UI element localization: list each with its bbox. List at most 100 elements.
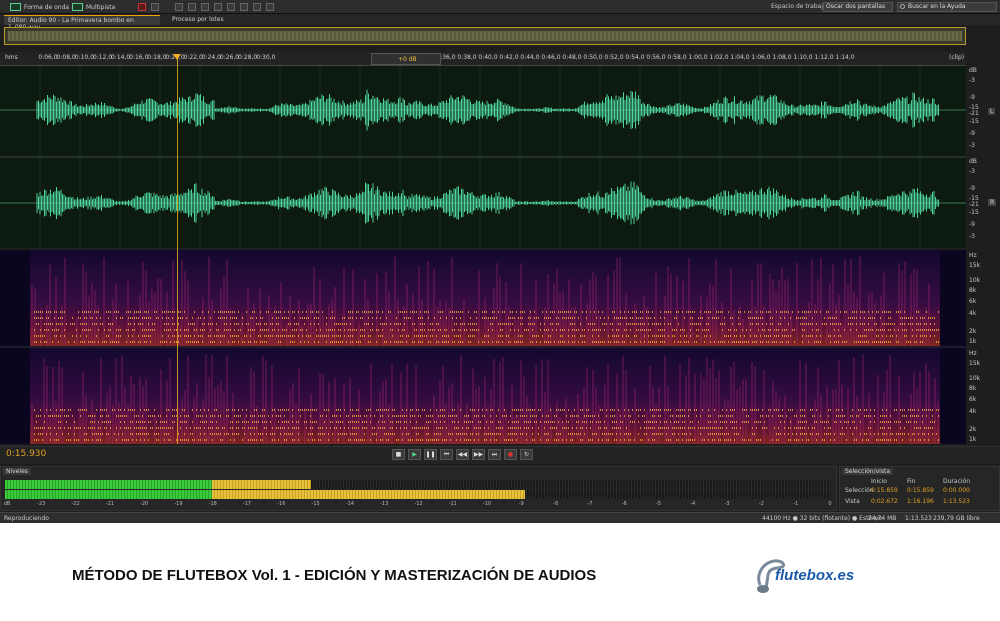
heads-up-display[interactable]: +0 dB bbox=[371, 53, 441, 65]
level-tick: dB bbox=[3, 501, 11, 507]
hz-label: 15k bbox=[969, 262, 981, 269]
spectral-pitch-icon[interactable] bbox=[151, 3, 159, 11]
hz-label: 2k bbox=[969, 328, 977, 335]
help-search-input[interactable]: Buscar en la Ayuda bbox=[897, 2, 997, 12]
stop-button[interactable]: ■ bbox=[392, 449, 405, 460]
spectral-frequency-icon[interactable] bbox=[138, 3, 146, 11]
ruler-tick: 1:12,0 bbox=[814, 54, 834, 61]
db-label: -21 bbox=[969, 110, 979, 117]
slip-tool-icon[interactable] bbox=[201, 3, 209, 11]
selection-end-field[interactable]: 0:15.859 bbox=[907, 487, 934, 494]
ruler-tick: 1:08,0 bbox=[772, 54, 792, 61]
multitrack-view-button[interactable]: Multipista bbox=[72, 2, 115, 12]
play-button[interactable]: ▶ bbox=[408, 449, 421, 460]
ruler-tick: 0:06,0 bbox=[38, 54, 58, 61]
time-ruler[interactable]: hms 0:06,0 0:08,0 0:10,0 0:12,0 0:14,0 0:16,0… bbox=[0, 52, 966, 66]
move-tool-icon[interactable] bbox=[175, 3, 183, 11]
ruler-tick: 0:48,0 bbox=[562, 54, 582, 61]
overview-navigator[interactable] bbox=[4, 27, 966, 45]
level-tick: -8 bbox=[553, 501, 559, 507]
ruler-tick: 1:14,0 bbox=[835, 54, 855, 61]
view-start-field[interactable]: 0:02.672 bbox=[871, 498, 898, 505]
razor-tool-icon[interactable] bbox=[188, 3, 196, 11]
hz-label: 6k bbox=[969, 396, 977, 403]
meter-right-yellow bbox=[211, 490, 526, 499]
ruler-tick: 0:16,0 bbox=[129, 54, 149, 61]
brush-tool-icon[interactable] bbox=[253, 3, 261, 11]
ruler-tick: 1:00,0 bbox=[688, 54, 708, 61]
view-row-label: Vista bbox=[845, 498, 860, 505]
file-duration: 1:13.523 bbox=[905, 515, 932, 522]
ruler-tick: 0:52,0 bbox=[604, 54, 624, 61]
ruler-tick: 0:10,0 bbox=[74, 54, 94, 61]
level-tick: -2 bbox=[758, 501, 764, 507]
view-duration-field[interactable]: 1:13.523 bbox=[943, 498, 970, 505]
selection-row-label: Selección bbox=[845, 487, 874, 494]
level-tick: -5 bbox=[656, 501, 662, 507]
spectral-display[interactable] bbox=[0, 250, 966, 444]
workspace-select[interactable]: Oscar dos pantallas bbox=[823, 2, 893, 12]
db-label: -15 bbox=[969, 118, 979, 125]
tab-editor[interactable]: Editor: Audio 90 - La Primavera bombo en… bbox=[4, 15, 160, 31]
level-tick: -11 bbox=[448, 501, 457, 507]
ruler-tick: 0:38,0 bbox=[457, 54, 477, 61]
meter-right bbox=[5, 490, 831, 499]
db-label: dB bbox=[969, 158, 977, 165]
pause-button[interactable]: ❚❚ bbox=[424, 449, 437, 460]
levels-tab[interactable]: Niveles bbox=[3, 468, 31, 475]
go-end-button[interactable]: ⏭ bbox=[488, 449, 501, 460]
amplitude-scale: dB -3 -9 -15 -21 -15 -9 -3 dB -3 -9 -15 -21 -15 -9 -3 L R bbox=[966, 66, 1000, 248]
hz-label: 4k bbox=[969, 408, 977, 415]
ruler-tick: 0:26,0 bbox=[219, 54, 240, 61]
ruler-tick: 1:06,0 bbox=[751, 54, 771, 61]
level-tick: -7 bbox=[587, 501, 593, 507]
marquee-tool-icon[interactable] bbox=[227, 3, 235, 11]
db-label: -21 bbox=[969, 201, 979, 208]
db-label: -9 bbox=[969, 94, 975, 101]
selection-view-tab[interactable]: Selección/vista bbox=[842, 468, 893, 475]
ruler-tick: 0:56,0 bbox=[646, 54, 666, 61]
ruler-tick: 0:46,0 bbox=[541, 54, 561, 61]
lasso-tool-icon[interactable] bbox=[240, 3, 248, 11]
waveform-view-button[interactable]: Forma de onda bbox=[10, 2, 69, 12]
ruler-tick: 0:30,0 bbox=[256, 54, 276, 61]
main-toolbar: Forma de onda Multipista Espacio de trab… bbox=[0, 0, 1000, 14]
loop-button[interactable]: ↻ bbox=[520, 449, 533, 460]
selection-duration-field[interactable]: 0:00.000 bbox=[943, 487, 970, 494]
fast-forward-button[interactable]: ▶▶ bbox=[472, 449, 485, 460]
level-tick: -15 bbox=[311, 501, 320, 507]
file-size: 24,74 MB bbox=[868, 515, 897, 522]
ruler-tick: 0:44,0 bbox=[520, 54, 540, 61]
view-end-field[interactable]: 1:16.196 bbox=[907, 498, 934, 505]
right-channel-toggle[interactable]: R bbox=[988, 199, 997, 206]
rewind-button[interactable]: ◀◀ bbox=[456, 449, 469, 460]
level-tick: -20 bbox=[140, 501, 149, 507]
selection-header-start: Inicio bbox=[871, 478, 887, 485]
time-selection-tool-icon[interactable] bbox=[214, 3, 222, 11]
playhead[interactable] bbox=[177, 58, 178, 444]
db-label: -9 bbox=[969, 185, 975, 192]
level-tick: -19 bbox=[174, 501, 183, 507]
ruler-tick: 1:04,0 bbox=[730, 54, 750, 61]
ruler-tick: 0:24,0 bbox=[201, 54, 221, 61]
spot-healing-tool-icon[interactable] bbox=[266, 3, 274, 11]
level-tick: -12 bbox=[414, 501, 423, 507]
spectrogram-svg bbox=[0, 250, 966, 444]
ruler-tick: 0:14,0 bbox=[110, 54, 131, 61]
left-channel-toggle[interactable]: L bbox=[988, 108, 996, 115]
overview-waveform bbox=[8, 31, 962, 41]
ruler-tick: 1:02,0 bbox=[709, 54, 729, 61]
level-tick: -1 bbox=[793, 501, 799, 507]
selection-start-field[interactable]: 0:15.859 bbox=[871, 487, 898, 494]
hz-label: 2k bbox=[969, 426, 977, 433]
meter-right-green bbox=[5, 490, 212, 499]
waveform-display[interactable] bbox=[0, 66, 966, 248]
level-tick: -16 bbox=[277, 501, 286, 507]
record-button[interactable]: ● bbox=[504, 449, 517, 460]
level-tick: -3 bbox=[724, 501, 730, 507]
level-tick: -4 bbox=[690, 501, 696, 507]
go-start-button[interactable]: ⏮ bbox=[440, 449, 453, 460]
selection-header-end: Fin bbox=[907, 478, 916, 485]
tab-batch-process[interactable]: Proceso por lotes bbox=[168, 15, 228, 25]
db-label: -3 bbox=[969, 77, 975, 84]
